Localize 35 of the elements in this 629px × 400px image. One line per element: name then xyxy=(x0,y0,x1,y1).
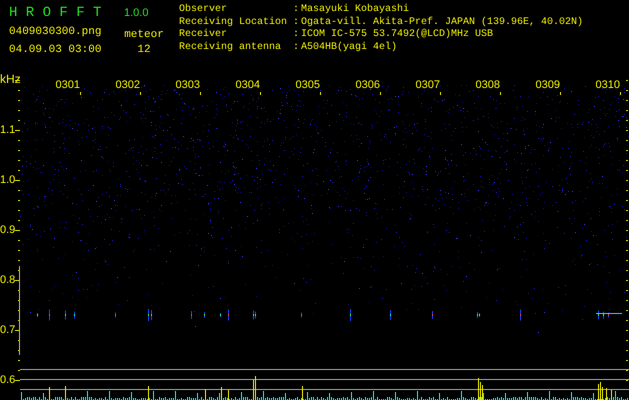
y-axis-label: 0.8 xyxy=(0,274,15,286)
info-value: A504HB(yagi 4el) xyxy=(301,42,398,54)
date-time: 04.09.03 03:00 xyxy=(9,43,102,57)
info-value: Masayuki Kobayashi xyxy=(301,4,410,16)
file-name: 0409030300.png xyxy=(9,25,102,39)
y-axis-label: 1.1 xyxy=(0,124,15,136)
time-label: 0301 xyxy=(54,79,80,91)
y-axis-label: 1.0 xyxy=(0,174,15,186)
app-title: H R O F F T xyxy=(9,5,102,21)
info-label: Receiving Location xyxy=(179,16,288,28)
info-separator: : xyxy=(293,4,300,16)
time-label: 0304 xyxy=(234,79,260,91)
time-label: 0306 xyxy=(354,79,380,91)
info-label: Receiving antenna xyxy=(179,42,282,54)
y-axis-label: 0.6 xyxy=(0,374,15,386)
time-label: 0303 xyxy=(174,79,200,91)
info-value: ICOM IC-575 53.7492(@LCD)MHz USB xyxy=(301,29,494,42)
info-separator: : xyxy=(293,16,300,29)
time-label: 0308 xyxy=(474,79,500,91)
time-label: 0310 xyxy=(594,79,620,91)
time-label: 0307 xyxy=(414,79,440,91)
info-separator: : xyxy=(293,29,300,42)
meteor-count: 12 xyxy=(137,43,151,57)
info-separator: : xyxy=(293,42,300,54)
meteor-label: meteor xyxy=(124,28,164,42)
time-label: 0302 xyxy=(114,79,140,91)
time-label: 0305 xyxy=(294,79,320,91)
info-label: Observer xyxy=(179,4,228,16)
unit-label: kHz xyxy=(0,72,21,86)
app-version: 1.0.0 xyxy=(124,6,148,21)
y-axis-label: 0.7 xyxy=(0,324,15,336)
info-value: Ogata-vill. Akita-Pref. JAPAN (139.96E, 40.02N) xyxy=(301,16,584,28)
time-label: 0309 xyxy=(534,79,560,91)
info-label: Receiver xyxy=(179,29,228,42)
y-axis-label: 0.9 xyxy=(0,224,15,236)
